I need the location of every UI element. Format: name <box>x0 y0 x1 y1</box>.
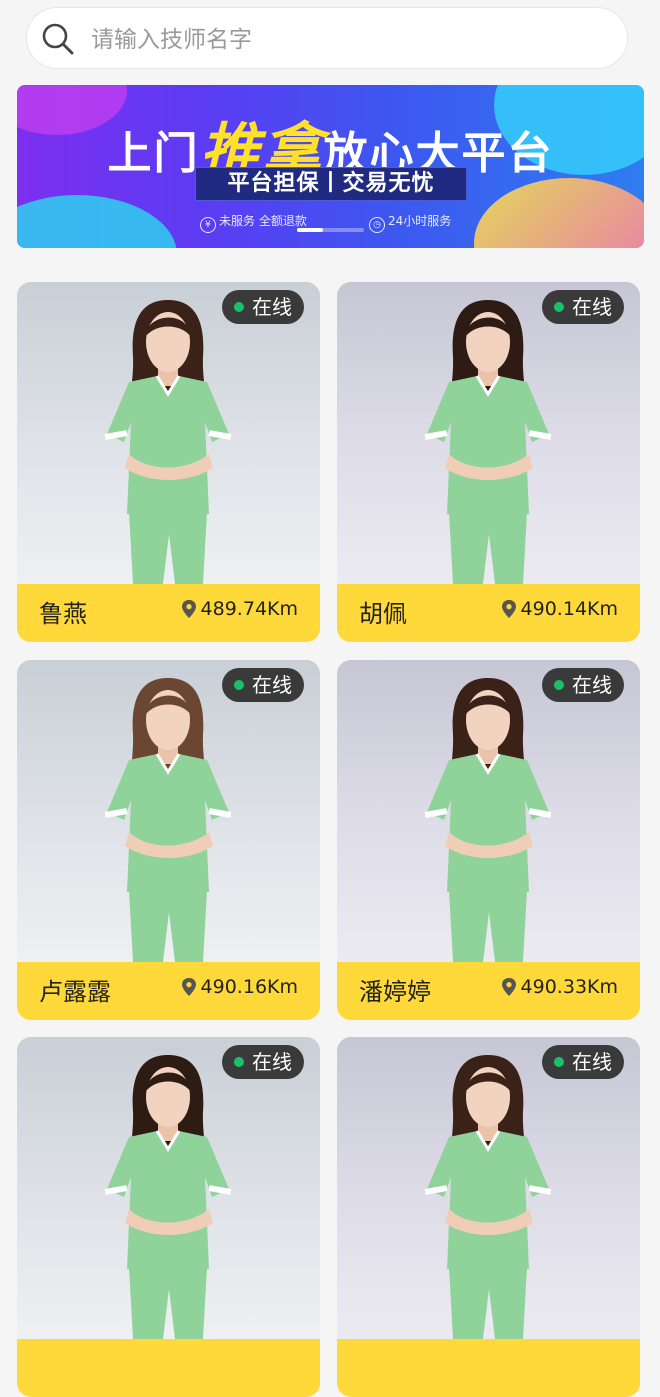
search-input[interactable] <box>89 20 593 60</box>
online-dot-icon <box>554 680 564 690</box>
technician-info-bar: 卢露露 490.16Km <box>17 962 320 1020</box>
banner-feature-refund: ¥ 未服务 全额退款 <box>200 212 307 233</box>
technician-portrait <box>104 678 232 962</box>
technician-distance: 490.16Km <box>181 976 298 998</box>
search-bar[interactable] <box>26 7 628 69</box>
technician-photo <box>17 660 320 962</box>
technician-info-bar: 胡佩 490.14Km <box>337 584 640 642</box>
technician-card[interactable]: 在线 <box>337 1037 640 1397</box>
technician-portrait <box>104 300 232 584</box>
technician-photo <box>337 282 640 584</box>
online-status-badge: 在线 <box>222 1045 304 1079</box>
banner-pagination <box>297 228 364 232</box>
technician-info-bar: 鲁燕 489.74Km <box>17 584 320 642</box>
location-pin-icon <box>501 978 516 996</box>
technician-name: 鲁燕 <box>39 600 87 628</box>
location-pin-icon <box>181 978 196 996</box>
online-status-badge: 在线 <box>222 668 304 702</box>
technician-card[interactable]: 在线 胡佩 490.14Km <box>337 282 640 642</box>
online-status-badge: 在线 <box>542 668 624 702</box>
online-status-badge: 在线 <box>222 290 304 324</box>
location-pin-icon <box>501 600 516 618</box>
technician-photo <box>17 282 320 584</box>
online-dot-icon <box>234 302 244 312</box>
technician-portrait <box>424 1055 552 1339</box>
technician-card[interactable]: 在线 卢露露 490.16Km <box>17 660 320 1020</box>
technician-portrait <box>424 678 552 962</box>
technician-name: 胡佩 <box>359 600 407 628</box>
clock-icon: ◷ <box>369 217 385 233</box>
banner-guarantee-strip: 平台担保丨交易无忧 <box>195 167 467 201</box>
technician-portrait <box>104 1055 232 1339</box>
technician-photo <box>17 1037 320 1339</box>
online-dot-icon <box>234 1057 244 1067</box>
location-pin-icon <box>181 600 196 618</box>
search-icon <box>42 23 74 55</box>
technician-card[interactable]: 在线 潘婷婷 490.33Km <box>337 660 640 1020</box>
technician-distance: 490.33Km <box>501 976 618 998</box>
technician-info-bar: 潘婷婷 490.33Km <box>337 962 640 1020</box>
technician-photo <box>337 660 640 962</box>
technician-distance: 490.14Km <box>501 598 618 620</box>
banner-decoration <box>17 195 177 248</box>
online-dot-icon <box>234 680 244 690</box>
technician-name: 潘婷婷 <box>359 978 431 1006</box>
online-status-badge: 在线 <box>542 290 624 324</box>
banner-feature-24h: ◷ 24小时服务 <box>369 212 451 233</box>
technician-name: 卢露露 <box>39 978 111 1006</box>
technician-portrait <box>424 300 552 584</box>
technician-card[interactable]: 在线 鲁燕 489.74Km <box>17 282 320 642</box>
technician-distance: 489.74Km <box>181 598 298 620</box>
online-dot-icon <box>554 302 564 312</box>
technician-card[interactable]: 在线 <box>17 1037 320 1397</box>
yen-icon: ¥ <box>200 217 216 233</box>
online-dot-icon <box>554 1057 564 1067</box>
promo-banner[interactable]: 上门推拿放心大平台 平台担保丨交易无忧 ¥ 未服务 全额退款 ◷ 24小时服务 <box>17 85 644 248</box>
technician-photo <box>337 1037 640 1339</box>
online-status-badge: 在线 <box>542 1045 624 1079</box>
